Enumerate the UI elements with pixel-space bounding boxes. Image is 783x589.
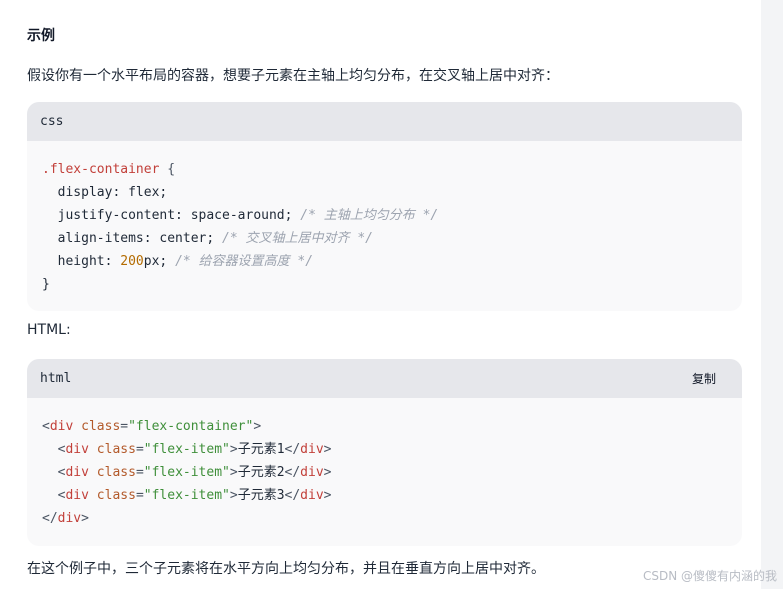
- section-heading: 示例: [27, 28, 55, 44]
- code-punct: >: [229, 488, 238, 503]
- code-string: "flex-container": [128, 419, 254, 434]
- code-text: 子元素3: [237, 488, 285, 503]
- code-selector: .flex-container: [42, 162, 160, 177]
- code-line: }: [42, 277, 50, 292]
- code-punct: >: [229, 442, 238, 457]
- html-code-block: html 复制 <div class="flex-container"> <di…: [27, 359, 742, 546]
- code-string: "flex-item": [143, 465, 230, 480]
- code-line: .flex-container {: [42, 158, 742, 181]
- code-body[interactable]: <div class="flex-container"> <div class=…: [27, 398, 742, 530]
- code-string: "flex-item": [143, 442, 230, 457]
- conclusion-paragraph: 在这个例子中，三个子元素将在水平方向上均匀分布，并且在垂直方向上居中对齐。: [27, 561, 545, 577]
- code-punct: >: [323, 465, 332, 480]
- code-line: height: 200px; /* 给容器设置高度 */: [42, 250, 742, 273]
- code-punct: >: [323, 442, 332, 457]
- code-punct: </: [284, 442, 301, 457]
- code-punct: >: [253, 419, 262, 434]
- page-gutter: [761, 0, 783, 589]
- code-punct: =: [135, 442, 144, 457]
- intro-paragraph: 假设你有一个水平布局的容器，想要子元素在主轴上均匀分布，在交叉轴上居中对齐：: [27, 68, 559, 84]
- code-body[interactable]: .flex-container { display: flex; justify…: [27, 141, 742, 296]
- article-page: 示例 假设你有一个水平布局的容器，想要子元素在主轴上均匀分布，在交叉轴上居中对齐…: [0, 0, 761, 589]
- code-header: css: [27, 102, 742, 141]
- code-attr: class: [88, 442, 136, 457]
- code-line: </div>: [42, 507, 742, 530]
- code-punct: >: [229, 465, 238, 480]
- code-comment: /* 交叉轴上居中对齐 */: [222, 231, 373, 246]
- code-language-label: html: [40, 371, 72, 386]
- code-line: <div class="flex-container">: [42, 415, 742, 438]
- code-brace: {: [159, 162, 176, 177]
- code-tag: div: [57, 511, 82, 526]
- code-tag: div: [65, 465, 89, 480]
- code-punct: >: [81, 511, 89, 526]
- code-text: 子元素1: [237, 442, 285, 457]
- code-punct: =: [135, 488, 144, 503]
- code-attr: class: [88, 465, 136, 480]
- html-label: HTML:: [27, 322, 71, 338]
- code-header: html 复制: [27, 359, 742, 398]
- code-attr: class: [73, 419, 121, 434]
- code-punct: </: [284, 465, 301, 480]
- code-attr: class: [88, 488, 136, 503]
- code-line: <div class="flex-item">子元素3</div>: [42, 484, 742, 507]
- code-punct: <: [42, 419, 50, 434]
- code-comment: /* 给容器设置高度 */: [175, 254, 314, 269]
- code-text: justify-content: space-around;: [42, 208, 301, 223]
- code-punct: =: [135, 465, 144, 480]
- code-line: <div class="flex-item">子元素2</div>: [42, 461, 742, 484]
- code-number: 200: [120, 254, 144, 269]
- code-line: <div class="flex-item">子元素1</div>: [42, 438, 742, 461]
- code-line: justify-content: space-around; /* 主轴上均匀分…: [42, 204, 742, 227]
- code-line: display: flex;: [42, 185, 168, 200]
- code-tag: div: [300, 442, 324, 457]
- code-string: "flex-item": [143, 488, 230, 503]
- code-punct: >: [323, 488, 332, 503]
- copy-button[interactable]: 复制: [692, 370, 716, 387]
- css-code-block: css .flex-container { display: flex; jus…: [27, 102, 742, 311]
- code-tag: div: [300, 465, 324, 480]
- code-line: align-items: center; /* 交叉轴上居中对齐 */: [42, 227, 742, 250]
- code-language-label: css: [40, 114, 64, 129]
- code-tag: div: [49, 419, 74, 434]
- watermark: CSDN @傻傻有内涵的我: [642, 569, 777, 583]
- code-text: height:: [42, 254, 121, 269]
- code-text: align-items: center;: [42, 231, 223, 246]
- code-punct: </: [284, 488, 301, 503]
- code-punct: =: [120, 419, 129, 434]
- code-tag: div: [65, 488, 89, 503]
- code-text: 子元素2: [237, 465, 285, 480]
- code-tag: div: [65, 442, 89, 457]
- code-text: px;: [143, 254, 176, 269]
- code-comment: /* 主轴上均匀分布 */: [300, 208, 439, 223]
- code-punct: </: [42, 511, 58, 526]
- code-tag: div: [300, 488, 324, 503]
